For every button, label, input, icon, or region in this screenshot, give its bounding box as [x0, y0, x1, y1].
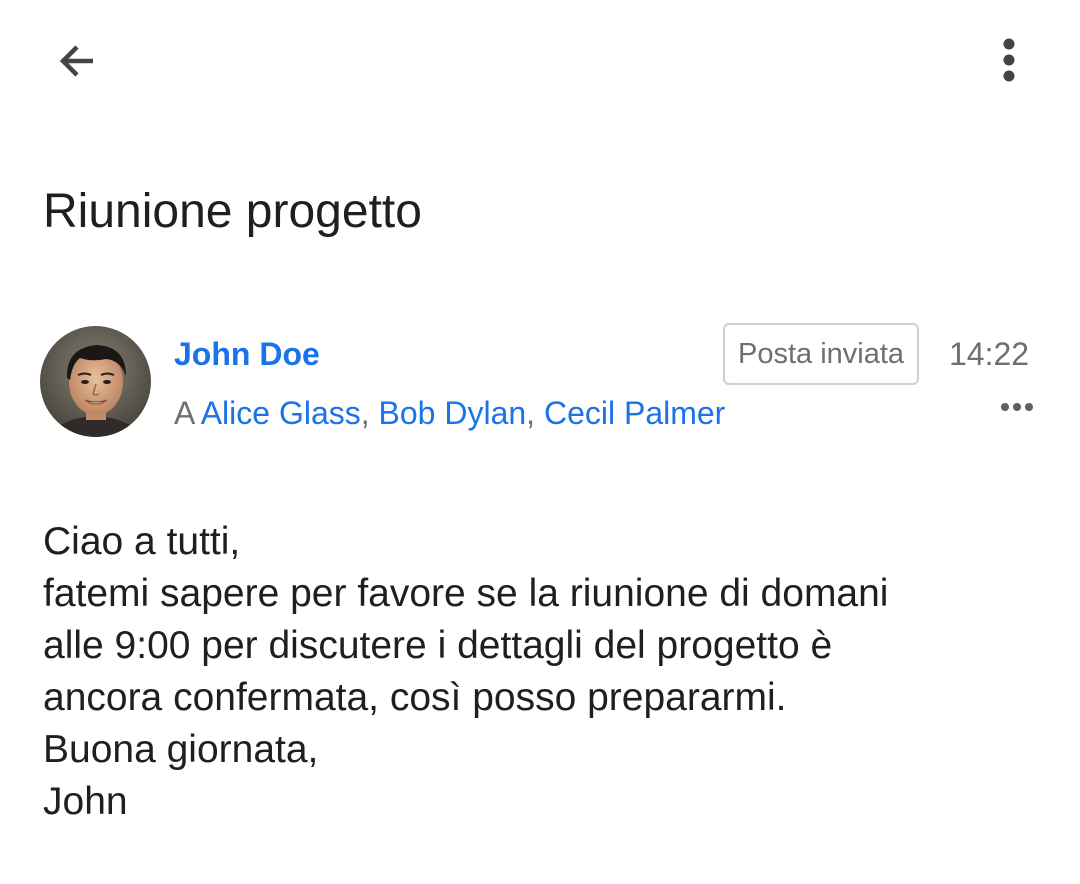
more-vertical-icon	[1003, 38, 1015, 82]
arrow-left-icon	[59, 45, 93, 77]
sender-avatar[interactable]	[40, 326, 151, 437]
folder-badge[interactable]: Posta inviata	[723, 323, 920, 385]
email-view: Riunione progetto John Doe A Alice Glass…	[0, 0, 1080, 884]
recipient-bob-dylan[interactable]: Bob Dylan	[379, 395, 527, 431]
user-photo	[40, 326, 151, 437]
recipient-separator: ,	[526, 395, 536, 431]
email-body: Ciao a tutti, fatemi sapere per favore s…	[43, 516, 1043, 828]
body-line: Ciao a tutti,	[43, 520, 241, 563]
message-details-button[interactable]	[992, 390, 1042, 424]
back-button[interactable]	[40, 24, 114, 98]
more-horizontal-icon	[1001, 403, 1033, 411]
email-time: 14:22	[949, 336, 1030, 372]
body-line: John	[43, 780, 128, 823]
email-subject: Riunione progetto	[43, 185, 422, 238]
recipients-line: A Alice Glass, Bob Dylan, Cecil Palmer	[174, 392, 725, 434]
body-line: fatemi sapere per favore se la riunione …	[43, 572, 889, 615]
body-line: ancora confermata, così posso prepararmi…	[43, 676, 787, 719]
recipient-cecil-palmer[interactable]: Cecil Palmer	[544, 395, 725, 431]
recipients-prefix: A	[174, 395, 194, 431]
body-line: Buona giornata,	[43, 728, 319, 771]
recipient-separator: ,	[360, 395, 370, 431]
recipient-alice-glass[interactable]: Alice Glass	[201, 395, 361, 431]
body-line: alle 9:00 per discutere i dettagli del p…	[43, 624, 833, 667]
sender-name[interactable]: John Doe	[174, 334, 320, 374]
more-options-button[interactable]	[980, 24, 1038, 98]
